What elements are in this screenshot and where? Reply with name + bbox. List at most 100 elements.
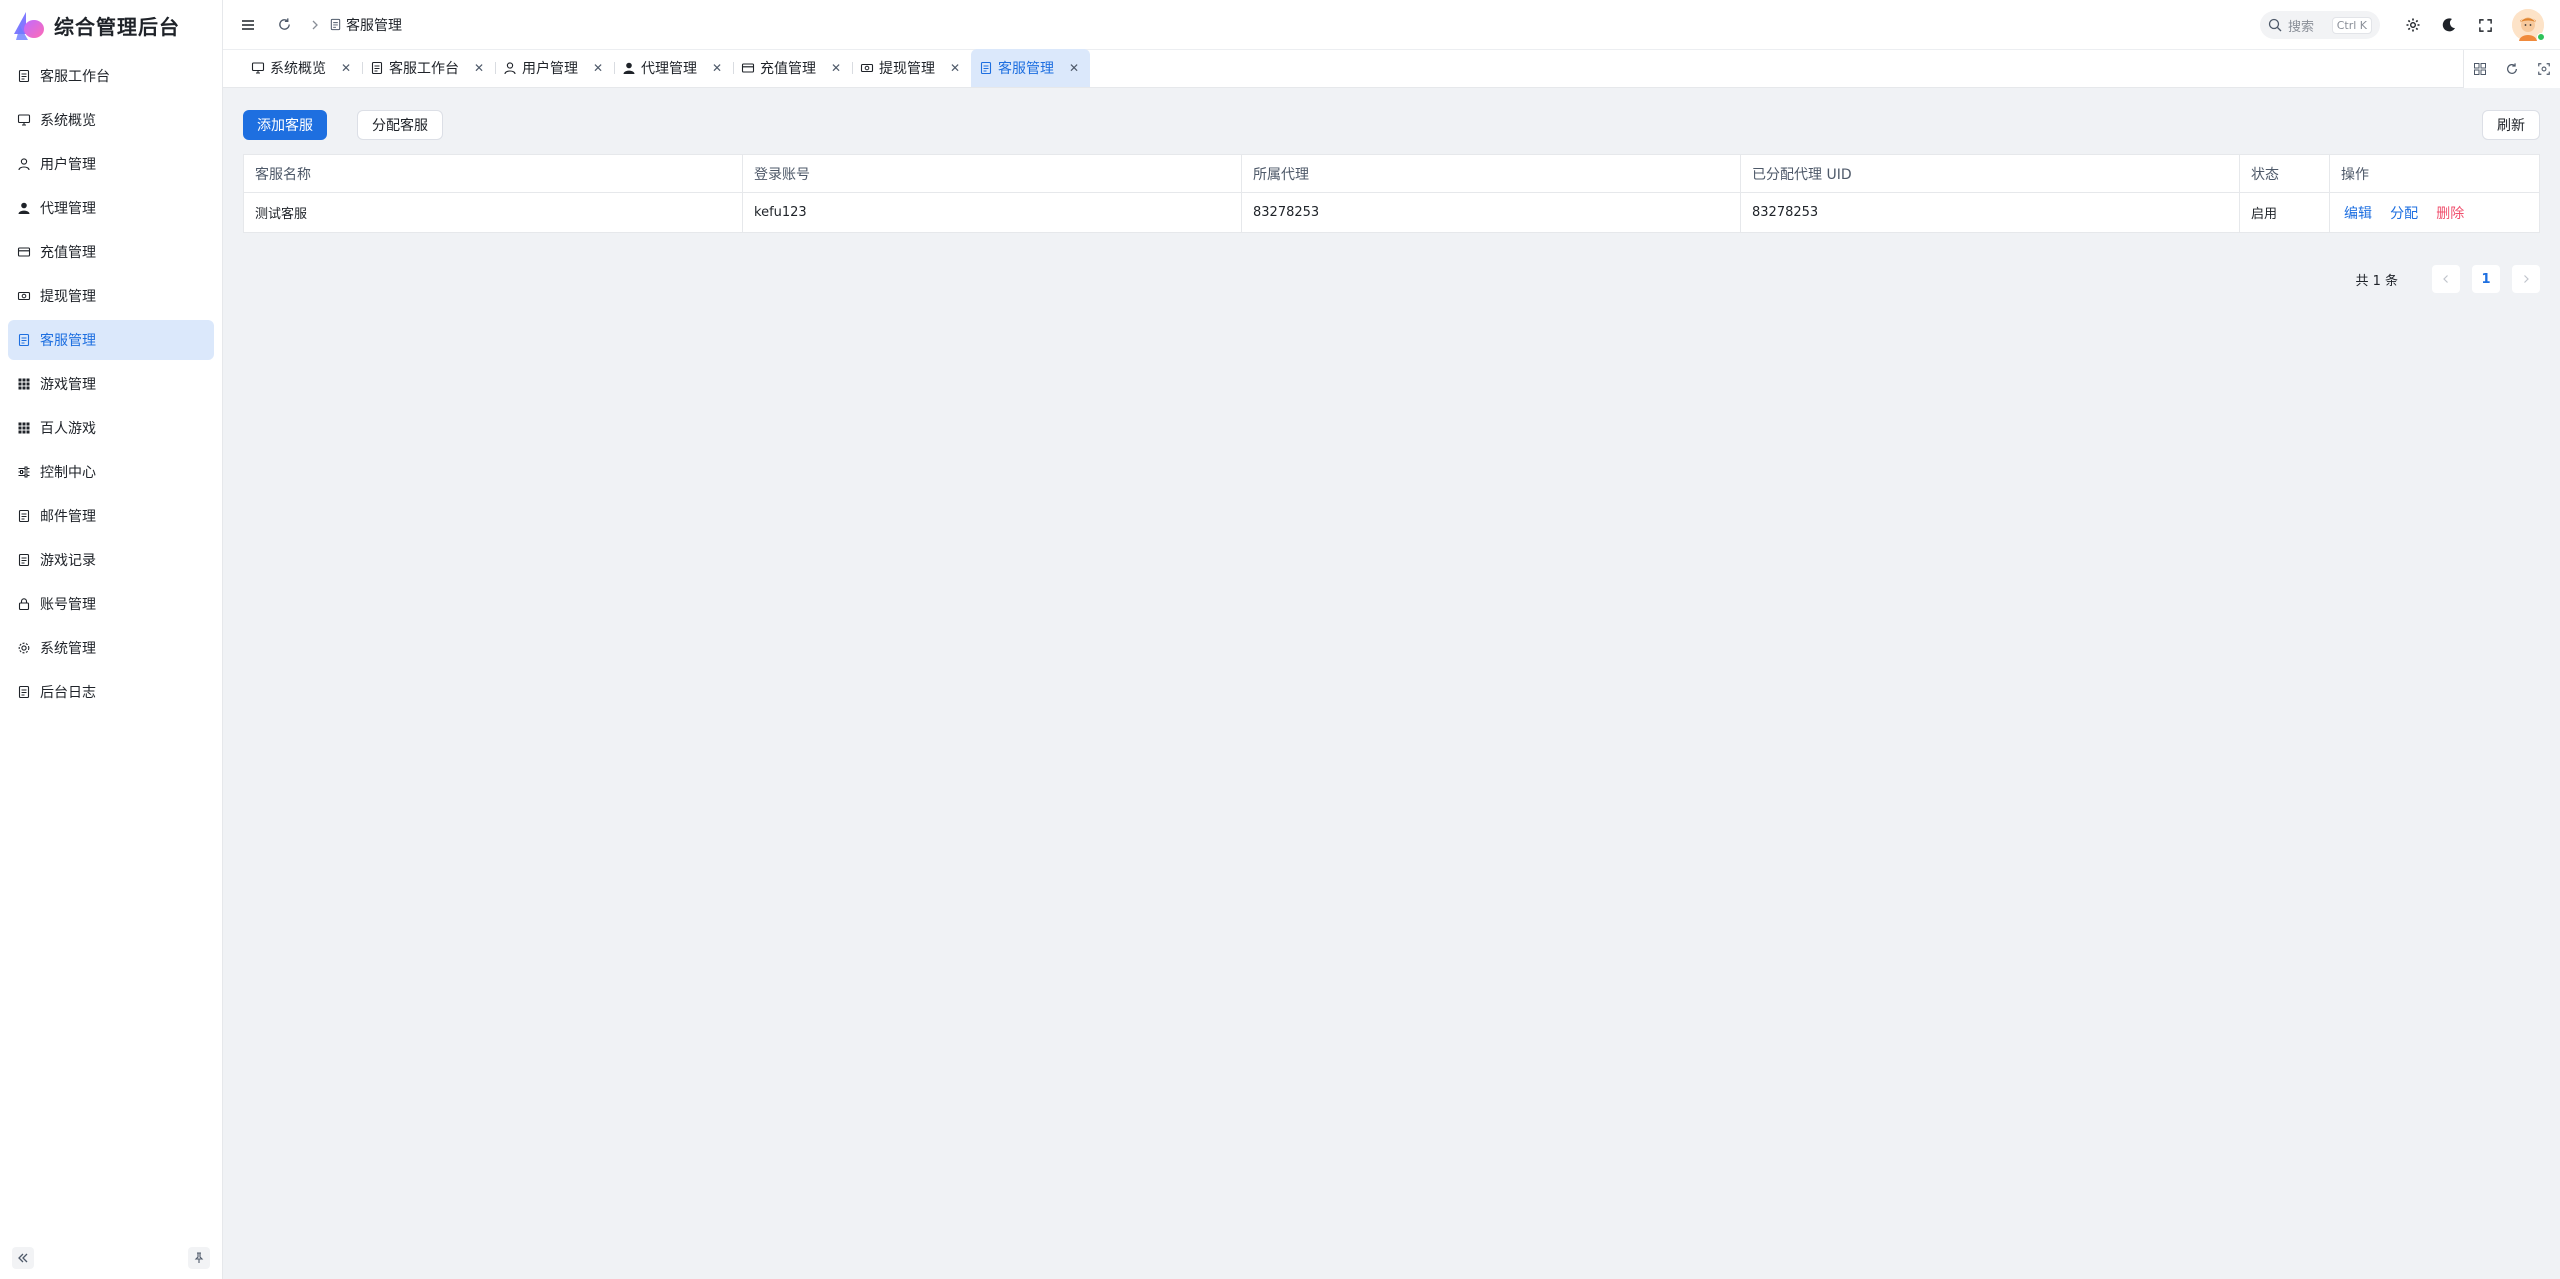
top-header: 客服管理 搜索 Ctrl K [223,0,2560,50]
global-search[interactable]: 搜索 Ctrl K [2260,11,2380,39]
pin-icon [194,1252,204,1263]
sidebar-item-icon [16,68,32,84]
breadcrumb-current[interactable]: 客服管理 [346,15,402,35]
tab[interactable]: 客服管理 ✕ [971,49,1090,87]
tabs-bar: 系统概览 ✕ 客服工作台 ✕ 用户管理 ✕ 代理管理 ✕ 充值管理 ✕ 提现管理… [223,49,2560,88]
monitor-icon [251,62,265,74]
search-placeholder: 搜索 [2288,19,2315,35]
document-icon [18,69,30,83]
grid-icon [18,378,30,390]
close-icon[interactable]: ✕ [473,61,485,75]
sidebar-item-label: 代理管理 [40,201,96,217]
sidebar-item[interactable]: 百人游戏 [8,408,214,448]
cell-actions: 编辑 分配 删除 [2329,192,2540,233]
sidebar-item[interactable]: 代理管理 [8,188,214,228]
document-icon [18,509,30,523]
sidebar-item-label: 客服管理 [40,333,96,349]
tab-layout-button[interactable] [2464,50,2496,88]
prev-page-button[interactable] [2432,265,2460,293]
tab[interactable]: 系统概览 ✕ [243,49,362,87]
sidebar-item[interactable]: 系统概览 [8,100,214,140]
column-header: 操作 [2329,154,2540,193]
column-header: 已分配代理 UID [1740,154,2240,193]
sidebar-item[interactable]: 提现管理 [8,276,214,316]
close-icon[interactable]: ✕ [949,61,961,75]
sidebar-item-icon [16,508,32,524]
document-icon [330,18,341,31]
tab-label: 客服工作台 [389,61,459,77]
close-icon[interactable]: ✕ [830,61,842,75]
sidebar-item[interactable]: 后台日志 [8,672,214,712]
tab[interactable]: 提现管理 ✕ [852,49,971,87]
user-icon [504,62,516,75]
column-header: 客服名称 [243,154,743,193]
close-icon[interactable]: ✕ [340,61,352,75]
app-title: 综合管理后台 [54,14,180,39]
sidebar-item[interactable]: 游戏记录 [8,540,214,580]
next-page-button[interactable] [2512,265,2540,293]
sidebar-item-label: 游戏记录 [40,553,96,569]
tab-refresh-button[interactable] [2496,50,2528,88]
sidebar-item[interactable]: 游戏管理 [8,364,214,404]
theme-toggle-button[interactable] [2438,14,2460,36]
collapse-sidebar-button[interactable] [12,1247,34,1269]
sidebar-item-label: 充值管理 [40,245,96,261]
sidebar-item[interactable]: 系统管理 [8,628,214,668]
sidebar-item[interactable]: 账号管理 [8,584,214,624]
sidebar-item[interactable]: 客服管理 [8,320,214,360]
assign-link[interactable]: 分配 [2390,206,2418,222]
sidebar-item[interactable]: 用户管理 [8,144,214,184]
sidebar-item-label: 提现管理 [40,289,96,305]
table-row: 测试客服 kefu123 83278253 83278253 启用 编辑 分配 … [243,192,2540,233]
tab-icon [741,61,755,75]
tab[interactable]: 代理管理 ✕ [614,49,733,87]
settings-button[interactable] [2402,14,2424,36]
logo: 综合管理后台 [0,0,222,50]
sidebar-item-label: 账号管理 [40,597,96,613]
document-icon [18,685,30,699]
sidebar-item-label: 用户管理 [40,157,96,173]
close-icon[interactable]: ✕ [711,61,723,75]
close-icon[interactable]: ✕ [592,61,604,75]
fullscreen-icon [2478,18,2492,32]
tabs-tools-group [2463,50,2560,88]
tab-label: 用户管理 [522,61,578,77]
sidebar-item-label: 百人游戏 [40,421,96,437]
tab-maximize-button[interactable] [2528,50,2560,88]
add-service-button[interactable]: 添加客服 [243,110,327,140]
menu-toggle-button[interactable] [237,14,259,36]
sidebar-item-icon [16,332,32,348]
tab[interactable]: 充值管理 ✕ [733,49,852,87]
logo-icon [14,12,44,40]
refresh-icon [2507,63,2517,74]
document-icon [18,553,30,567]
page-number[interactable]: 1 [2472,265,2500,293]
cell-assigned-uid: 83278253 [1740,192,2240,233]
hamburger-icon [242,19,254,30]
edit-link[interactable]: 编辑 [2344,206,2372,222]
delete-link[interactable]: 删除 [2436,206,2464,222]
tab[interactable]: 客服工作台 ✕ [362,49,495,87]
cell-status: 启用 [2239,192,2330,233]
service-table: 客服名称 登录账号 所属代理 已分配代理 UID 状态 操作 测试客服 kefu123 8… [243,154,2540,233]
fullscreen-button[interactable] [2474,14,2496,36]
double-chevron-left-icon [18,1253,28,1263]
main-content: 添加客服 分配客服 刷新 客服名称 登录账号 所属代理 已分配代理 UID 状态 操作 测… [223,88,2560,1279]
chevron-left-icon [2443,275,2448,283]
user-avatar[interactable] [2512,9,2545,41]
sidebar-item[interactable]: 控制中心 [8,452,214,492]
tab-icon [251,61,265,75]
assign-service-button[interactable]: 分配客服 [357,110,443,140]
sidebar-item[interactable]: 充值管理 [8,232,214,272]
app-root: 综合管理后台 客服工作台 系统概览 用户管理 代理管理 充值管理 提现管理 客服… [0,0,2560,1279]
sidebar-item-label: 后台日志 [40,685,96,701]
reload-page-button[interactable] [273,14,295,36]
pin-sidebar-button[interactable] [188,1247,210,1269]
refresh-button[interactable]: 刷新 [2482,110,2540,140]
sidebar-item[interactable]: 客服工作台 [8,56,214,96]
sidebar-item[interactable]: 邮件管理 [8,496,214,536]
close-icon[interactable]: ✕ [1068,61,1080,75]
tab[interactable]: 用户管理 ✕ [495,49,614,87]
tab-label: 提现管理 [879,61,935,77]
user-filled-icon [623,62,635,74]
